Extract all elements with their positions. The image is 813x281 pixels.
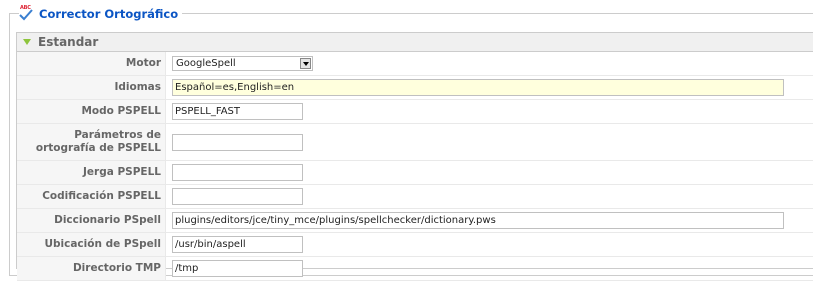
jerga-pspell-input[interactable] — [172, 164, 303, 181]
param-row-diccionario: Diccionario PSpell — [17, 208, 813, 233]
diccionario-pspell-input[interactable] — [172, 212, 784, 229]
panel-title[interactable]: Estandar — [38, 35, 98, 49]
directorio-tmp-input[interactable] — [172, 260, 303, 277]
idiomas-input[interactable] — [172, 79, 784, 96]
param-label: Diccionario PSpell — [17, 208, 166, 233]
codificacion-pspell-input[interactable] — [172, 188, 303, 205]
param-label: Codificación PSPELL — [17, 184, 166, 209]
estandar-panel: Estandar Motor GoogleSpell Idiomas Modo … — [16, 32, 813, 281]
param-row-idiomas: Idiomas — [17, 75, 813, 100]
param-row-jerga: Jerga PSPELL — [17, 160, 813, 185]
param-row-ubicacion: Ubicación de PSpell — [17, 232, 813, 257]
param-row-modo-pspell: Modo PSPELL — [17, 99, 813, 124]
collapse-toggle-icon[interactable] — [23, 39, 31, 45]
dropdown-button[interactable] — [300, 58, 311, 69]
modo-pspell-input[interactable] — [172, 103, 303, 120]
motor-select[interactable]: GoogleSpell — [172, 56, 313, 71]
param-label: Directorio TMP — [17, 256, 166, 281]
parametros-pspell-input[interactable] — [172, 133, 303, 151]
spellcheck-icon: ABC — [19, 5, 35, 23]
ubicacion-pspell-input[interactable] — [172, 236, 303, 253]
motor-select-value: GoogleSpell — [176, 58, 236, 69]
fieldset-legend: ABC Corrector Ortográfico — [19, 4, 183, 24]
param-label: Jerga PSPELL — [17, 160, 166, 185]
param-row-codificacion: Codificación PSPELL — [17, 184, 813, 209]
param-label: Idiomas — [17, 75, 166, 100]
param-label: Ubicación de PSpell — [17, 232, 166, 257]
param-row-directorio-tmp: Directorio TMP — [17, 256, 813, 281]
param-row-motor: Motor GoogleSpell — [17, 52, 813, 76]
params-table: Motor GoogleSpell Idiomas Modo PSPELL Pa… — [17, 52, 813, 281]
param-label: Modo PSPELL — [17, 99, 166, 124]
chevron-down-icon — [302, 61, 309, 66]
param-row-parametros: Parámetros de ortografía de PSPELL — [17, 123, 813, 161]
fieldset-title: Corrector Ortográfico — [39, 7, 179, 21]
param-label: Parámetros de ortografía de PSPELL — [17, 123, 166, 161]
panel-header[interactable]: Estandar — [17, 33, 813, 52]
param-label: Motor — [17, 52, 166, 76]
